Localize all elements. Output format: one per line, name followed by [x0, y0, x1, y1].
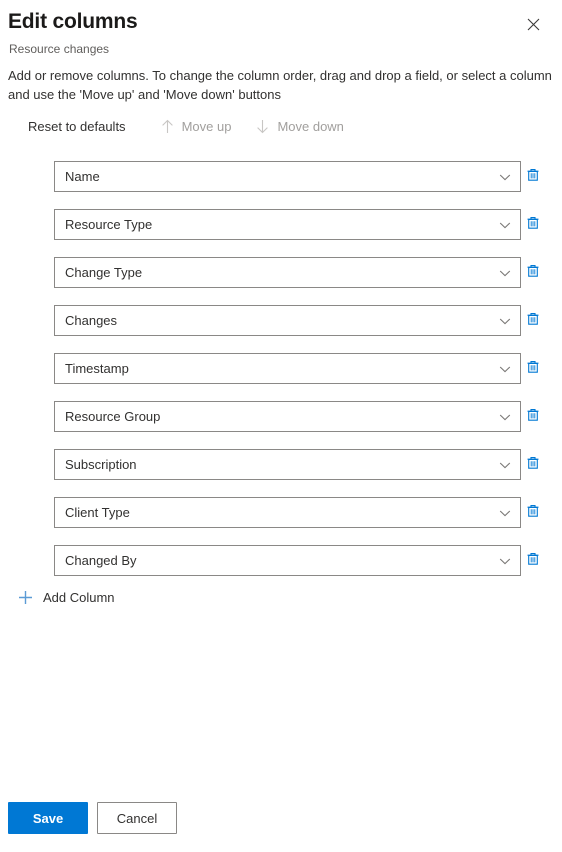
- chevron-down-icon: [490, 555, 520, 567]
- save-button[interactable]: Save: [8, 802, 88, 834]
- column-row: Changed By: [54, 545, 542, 576]
- column-dropdown-label: Changes: [65, 313, 118, 328]
- column-dropdown-label: Subscription: [65, 457, 137, 472]
- column-row: Changes: [54, 305, 542, 336]
- add-column-button[interactable]: Add Column: [12, 586, 121, 609]
- delete-column-button[interactable]: [524, 257, 542, 288]
- panel-description: Add or remove columns. To change the col…: [8, 68, 552, 102]
- arrow-up-icon: [160, 119, 175, 134]
- trash-icon: [525, 359, 541, 378]
- column-dropdown[interactable]: Resource Type: [54, 209, 521, 240]
- column-row: Subscription: [54, 449, 542, 480]
- cancel-button[interactable]: Cancel: [97, 802, 177, 834]
- trash-icon: [525, 215, 541, 234]
- column-list: Name Resource Type Change Type Changes Times…: [54, 161, 542, 593]
- delete-column-button[interactable]: [524, 305, 542, 336]
- chevron-down-icon: [490, 315, 520, 327]
- reset-to-defaults-button[interactable]: Reset to defaults: [22, 113, 132, 139]
- column-row: Client Type: [54, 497, 542, 528]
- chevron-down-icon: [490, 171, 520, 183]
- trash-icon: [525, 455, 541, 474]
- page-title: Edit columns: [8, 10, 138, 33]
- trash-icon: [525, 503, 541, 522]
- column-row: Resource Group: [54, 401, 542, 432]
- trash-icon: [525, 551, 541, 570]
- column-dropdown[interactable]: Changes: [54, 305, 521, 336]
- move-down-label: Move down: [277, 118, 344, 134]
- panel-header: Edit columns Resource changes: [0, 0, 562, 57]
- reset-to-defaults-label: Reset to defaults: [28, 118, 126, 134]
- title-row: Edit columns: [0, 8, 562, 39]
- column-dropdown[interactable]: Client Type: [54, 497, 521, 528]
- delete-column-button[interactable]: [524, 209, 542, 240]
- chevron-down-icon: [490, 363, 520, 375]
- column-row: Name: [54, 161, 542, 192]
- add-column-label: Add Column: [43, 590, 115, 605]
- delete-column-button[interactable]: [524, 401, 542, 432]
- column-dropdown[interactable]: Resource Group: [54, 401, 521, 432]
- column-dropdown-label: Changed By: [65, 553, 137, 568]
- panel-subtitle: Resource changes: [9, 42, 110, 56]
- move-up-label: Move up: [181, 118, 232, 134]
- column-dropdown-label: Client Type: [65, 505, 130, 520]
- delete-column-button[interactable]: [524, 161, 542, 192]
- column-row: Timestamp: [54, 353, 542, 384]
- chevron-down-icon: [490, 267, 520, 279]
- plus-icon: [18, 590, 33, 605]
- close-icon: [527, 18, 540, 31]
- column-row: Resource Type: [54, 209, 542, 240]
- move-up-button[interactable]: Move up: [154, 113, 238, 139]
- column-dropdown-label: Timestamp: [65, 361, 129, 376]
- move-down-button[interactable]: Move down: [249, 113, 349, 139]
- column-dropdown[interactable]: Changed By: [54, 545, 521, 576]
- chevron-down-icon: [490, 507, 520, 519]
- column-dropdown[interactable]: Name: [54, 161, 521, 192]
- chevron-down-icon: [490, 219, 520, 231]
- command-bar: Reset to defaults Move up Move down: [22, 113, 350, 139]
- trash-icon: [525, 311, 541, 330]
- delete-column-button[interactable]: [524, 497, 542, 528]
- trash-icon: [525, 263, 541, 282]
- chevron-down-icon: [490, 411, 520, 423]
- column-dropdown-label: Name: [65, 169, 100, 184]
- column-dropdown-label: Resource Group: [65, 409, 161, 424]
- column-dropdown[interactable]: Timestamp: [54, 353, 521, 384]
- chevron-down-icon: [490, 459, 520, 471]
- column-dropdown[interactable]: Change Type: [54, 257, 521, 288]
- delete-column-button[interactable]: [524, 449, 542, 480]
- close-button[interactable]: [518, 9, 548, 39]
- delete-column-button[interactable]: [524, 353, 542, 384]
- column-dropdown-label: Resource Type: [65, 217, 153, 232]
- trash-icon: [525, 407, 541, 426]
- column-dropdown-label: Change Type: [65, 265, 143, 280]
- column-dropdown[interactable]: Subscription: [54, 449, 521, 480]
- delete-column-button[interactable]: [524, 545, 542, 576]
- column-row: Change Type: [54, 257, 542, 288]
- arrow-down-icon: [255, 119, 270, 134]
- footer-actions: Save Cancel: [0, 784, 562, 852]
- trash-icon: [525, 167, 541, 186]
